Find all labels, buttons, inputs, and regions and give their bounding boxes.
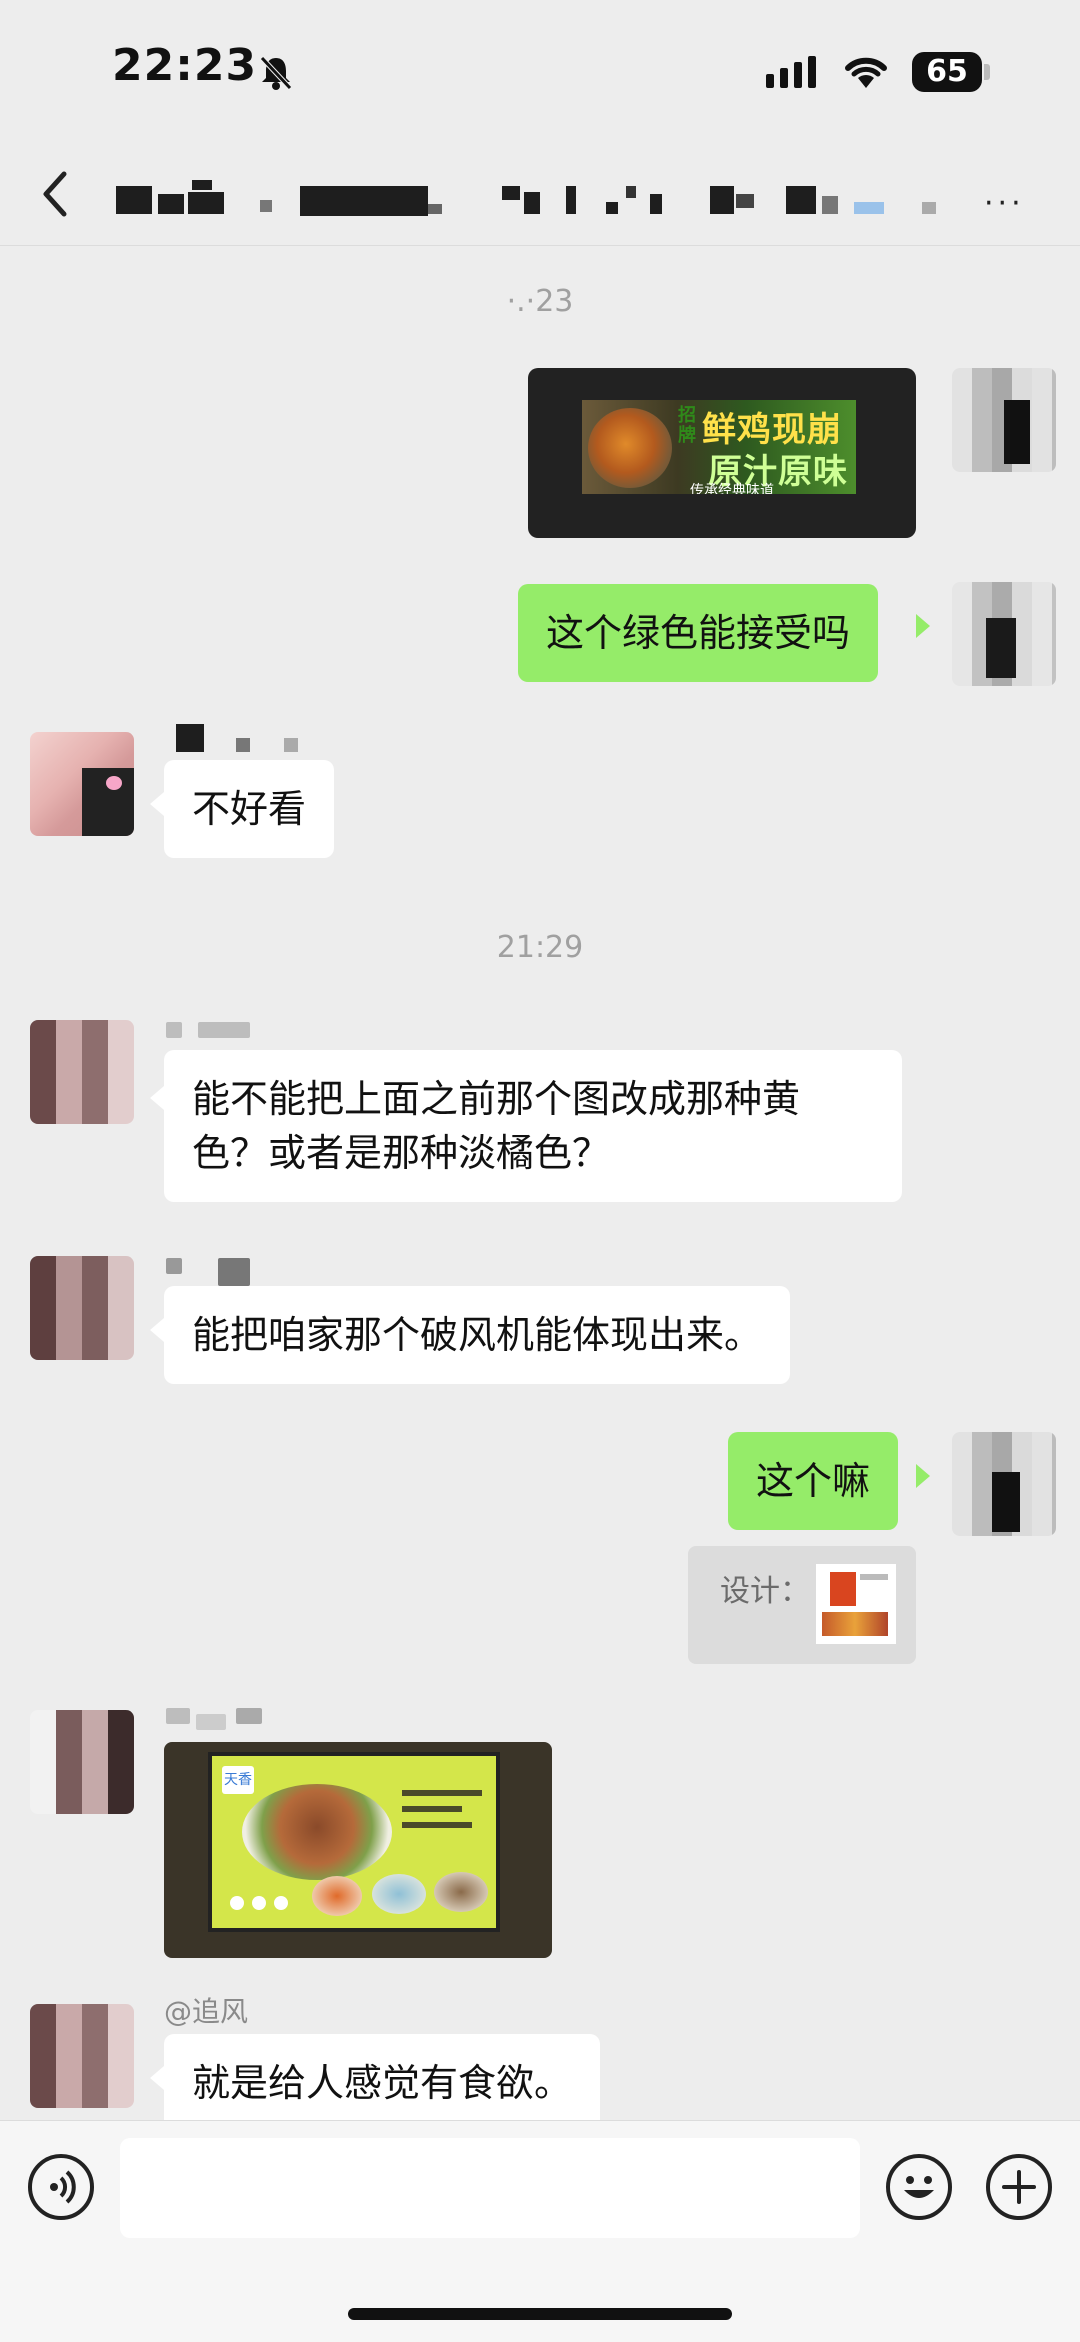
- contact-name-redacted: [166, 1706, 276, 1730]
- home-indicator[interactable]: [348, 2308, 732, 2320]
- contact-name-redacted: [166, 720, 306, 756]
- message-bubble-contact[interactable]: 能不能把上面之前那个图改成那种黄色？或者是那种淡橘色？: [164, 1050, 902, 1202]
- self-avatar[interactable]: [952, 582, 1056, 686]
- contact-avatar[interactable]: [30, 732, 134, 836]
- lightbox-photo: 天香: [208, 1752, 500, 1932]
- dish-photo: [242, 1784, 392, 1880]
- sign-preview-image: 招牌 鲜鸡现崩 原汁原味 传承经典味道: [582, 400, 856, 494]
- message-bubble-contact[interactable]: 不好看: [164, 760, 335, 858]
- contact-avatar[interactable]: [30, 1020, 134, 1124]
- contact-name-redacted: [166, 1020, 256, 1038]
- sign-tag: 招牌: [678, 405, 696, 446]
- emoji-icon: [904, 2176, 934, 2198]
- message-bubble-self[interactable]: 这个嘛: [728, 1432, 899, 1530]
- bubble-tail: [150, 1318, 164, 1342]
- received-image-message[interactable]: 天香: [164, 1742, 552, 1958]
- message-input[interactable]: [120, 2138, 860, 2238]
- chat-title-redacted: [110, 180, 950, 220]
- mention-text: @追风: [164, 1995, 249, 2028]
- self-avatar[interactable]: [952, 1432, 1056, 1536]
- more-options-icon[interactable]: ···: [984, 186, 1025, 221]
- message-bubble-contact[interactable]: 能把咱家那个破风机能体现出来。: [164, 1286, 791, 1384]
- plus-icon: [1002, 2170, 1036, 2204]
- quote-label: 设计：: [720, 1574, 810, 1609]
- dish-image: [588, 408, 672, 488]
- message-bubble-self[interactable]: 这个绿色能接受吗: [518, 584, 879, 682]
- contact-name-redacted: [166, 1256, 256, 1286]
- signal-icon: [766, 56, 822, 88]
- emoji-button[interactable]: [886, 2154, 952, 2220]
- more-functions-button[interactable]: [986, 2154, 1052, 2220]
- bubble-tail: [916, 614, 930, 638]
- battery-tip: [984, 64, 990, 80]
- contact-avatar[interactable]: [30, 2004, 134, 2108]
- self-avatar[interactable]: [952, 368, 1056, 472]
- voice-input-button[interactable]: [28, 2154, 94, 2220]
- quote-thumbnail: [816, 1564, 896, 1644]
- battery-icon: 65: [912, 52, 982, 92]
- bubble-tail: [150, 2066, 164, 2090]
- status-time: 22:23: [112, 40, 258, 91]
- contact-avatar[interactable]: [30, 1710, 134, 1814]
- sign-small-text: 传承经典味道: [690, 483, 774, 494]
- back-arrow-icon[interactable]: [36, 164, 76, 224]
- voice-icon: [50, 2170, 76, 2204]
- wifi-icon: [845, 57, 887, 88]
- sent-image-message[interactable]: 招牌 鲜鸡现崩 原汁原味 传承经典味道: [528, 368, 916, 538]
- bubble-tail: [150, 1086, 164, 1110]
- silent-bell-icon: [260, 56, 292, 90]
- message-bubble-contact[interactable]: 就是给人感觉有食欲。: [164, 2034, 601, 2132]
- timestamp-2: 21:29: [496, 930, 584, 965]
- lightbox-logo: 天香: [222, 1766, 254, 1794]
- timestamp-1: ·.·23: [506, 284, 574, 319]
- bubble-tail: [150, 792, 164, 816]
- bubble-tail: [916, 1464, 930, 1488]
- quoted-message[interactable]: 设计：: [688, 1546, 916, 1664]
- contact-avatar[interactable]: [30, 1256, 134, 1360]
